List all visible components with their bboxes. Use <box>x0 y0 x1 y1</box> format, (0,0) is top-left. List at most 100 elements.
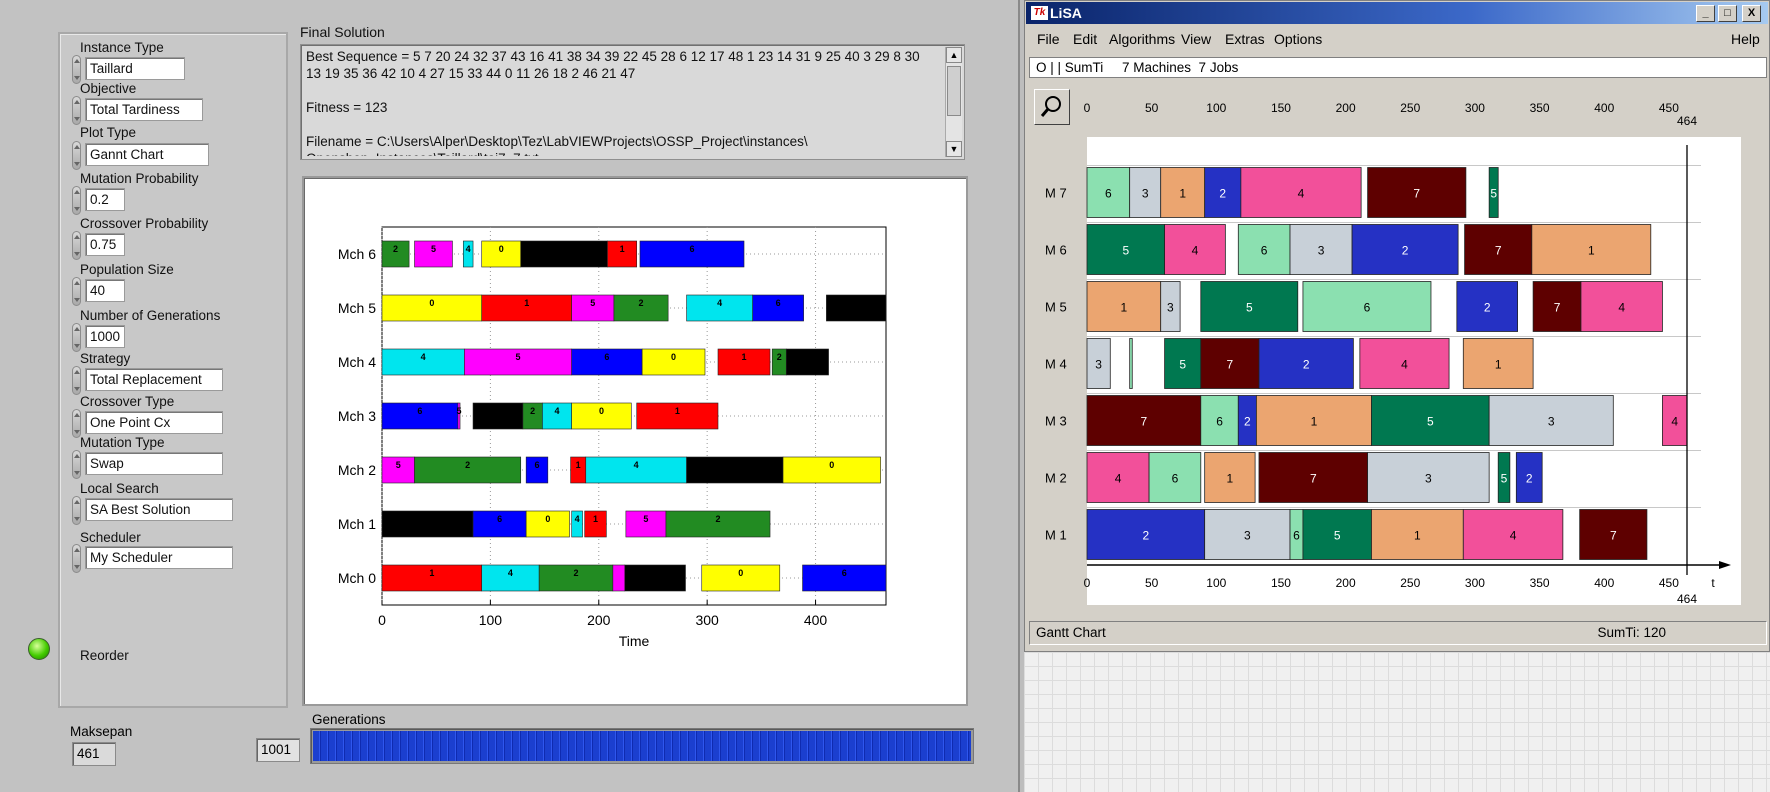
machine-label: Mch 3 <box>338 408 376 424</box>
x-tick-label: 300 <box>1465 576 1485 590</box>
zoom-button[interactable] <box>1034 89 1070 125</box>
scroll-up-icon[interactable]: ▲ <box>946 47 962 63</box>
param-spinner-1[interactable] <box>72 96 81 125</box>
top-marker-label: 464 <box>1677 114 1697 128</box>
menu-edit[interactable]: Edit <box>1073 31 1097 47</box>
param-field-2[interactable]: Gannt Chart <box>85 143 209 166</box>
task-label: 6 <box>1364 301 1371 315</box>
param-field-10[interactable]: SA Best Solution <box>85 498 233 521</box>
param-spinner-10[interactable] <box>72 496 81 525</box>
param-field-4[interactable]: 0.75 <box>85 233 125 256</box>
param-field-1[interactable]: Total Tardiness <box>85 98 203 121</box>
param-spinner-5[interactable] <box>72 277 81 306</box>
x-tick-label: 350 <box>1530 576 1550 590</box>
param-field-6[interactable]: 1000 <box>85 325 125 348</box>
param-spinner-11[interactable] <box>72 544 81 573</box>
param-label-8: Crossover Type <box>80 394 175 409</box>
param-label-9: Mutation Type <box>80 435 165 450</box>
task-label: 6 <box>1105 187 1112 201</box>
param-spinner-7[interactable] <box>72 366 81 395</box>
param-field-5[interactable]: 40 <box>85 279 125 302</box>
task-label: 6 <box>497 514 502 524</box>
machine-label: Mch 0 <box>338 570 376 586</box>
scroll-thumb[interactable] <box>947 66 961 116</box>
task-label: 5 <box>431 244 436 254</box>
gantt-plot-frame: 1 4 2 0 6 6 0 4 1 5 2 5 2 6 1 4 0 6 5 2 4 0 1 4 5 6 0 1 2 0 1 5 2 4 6 2 5 4 0 1… <box>302 176 968 706</box>
param-spinner-8[interactable] <box>72 409 81 438</box>
task-label: 7 <box>1227 358 1234 372</box>
param-label-1: Objective <box>80 81 137 96</box>
task-label: 0 <box>545 514 550 524</box>
lisa-titlebar[interactable]: Tk LiSA _ □ X <box>1026 2 1768 24</box>
task-label: 4 <box>508 568 513 578</box>
minimize-button[interactable]: _ <box>1696 5 1715 22</box>
task-label: 2 <box>530 406 535 416</box>
task-label: 5 <box>1501 472 1508 486</box>
status-objective-value: SumTi: 120 <box>1597 625 1666 640</box>
param-spinner-9[interactable] <box>72 450 81 479</box>
x-tick-label: 400 <box>1594 576 1614 590</box>
close-button[interactable]: X <box>1742 5 1761 22</box>
param-field-0[interactable]: Taillard <box>85 57 185 80</box>
task-label: 1 <box>576 460 581 470</box>
task-label: 3 <box>1142 187 1149 201</box>
top-tick-label: 250 <box>1400 101 1420 115</box>
param-field-11[interactable]: My Scheduler <box>85 546 233 569</box>
task-label: 0 <box>671 352 676 362</box>
menu-file[interactable]: File <box>1037 31 1060 47</box>
lisa-gantt-chart: 0 50 100 150 200 250 300 350 400 450464M 1M 2M 3M… <box>1029 85 1763 615</box>
param-label-5: Population Size <box>80 262 174 277</box>
tk-logo-icon: Tk <box>1031 6 1048 20</box>
reorder-label: Reorder <box>80 648 129 663</box>
x-tick-label: 400 <box>804 612 828 628</box>
task-label: 1 <box>1311 415 1318 429</box>
param-field-8[interactable]: One Point Cx <box>85 411 223 434</box>
param-spinner-3[interactable] <box>72 186 81 215</box>
menu-view[interactable]: View <box>1181 31 1211 47</box>
param-spinner-2[interactable] <box>72 141 81 170</box>
task-label: 7 <box>1413 187 1420 201</box>
task-label: 5 <box>643 514 648 524</box>
task-label: 4 <box>1510 529 1517 543</box>
machine-label: M 2 <box>1045 471 1067 486</box>
task-label: 5 <box>590 298 595 308</box>
task-label: 2 <box>1219 187 1226 201</box>
param-field-9[interactable]: Swap <box>85 452 223 475</box>
final-solution-textbox[interactable]: Best Sequence = 5 7 20 24 32 37 43 16 41… <box>300 44 965 160</box>
task-label: 1 <box>675 406 680 416</box>
param-label-4: Crossover Probability <box>80 216 209 231</box>
machine-label: M 3 <box>1045 414 1067 429</box>
scroll-down-icon[interactable]: ▼ <box>946 141 962 157</box>
magnifier-icon <box>1040 96 1061 117</box>
param-field-7[interactable]: Total Replacement <box>85 368 223 391</box>
task-label: 1 <box>524 298 529 308</box>
param-spinner-6[interactable] <box>72 323 81 352</box>
task-bar <box>612 564 626 592</box>
menu-algorithms[interactable]: Algorithms <box>1109 31 1175 47</box>
task-label: 2 <box>1303 358 1310 372</box>
menu-extras[interactable]: Extras <box>1225 31 1265 47</box>
task-label: 5 <box>1490 187 1497 201</box>
menu-options[interactable]: Options <box>1274 31 1322 47</box>
task-label: 4 <box>466 244 471 254</box>
task-label: 4 <box>421 352 426 362</box>
task-label: 2 <box>1244 415 1251 429</box>
lisa-top-ruler <box>1029 85 1763 137</box>
param-field-3[interactable]: 0.2 <box>85 188 125 211</box>
lisa-statusbar: Gantt Chart SumTi: 120 <box>1029 621 1767 645</box>
param-spinner-4[interactable] <box>72 231 81 260</box>
task-label: 5 <box>1179 358 1186 372</box>
x-tick-label: 150 <box>1271 576 1291 590</box>
task-label: 5 <box>396 460 401 470</box>
task-label: 2 <box>715 514 720 524</box>
reorder-led[interactable] <box>28 638 50 660</box>
final-solution-scrollbar[interactable]: ▲ ▼ <box>945 47 962 157</box>
task-label: 5 <box>1427 415 1434 429</box>
task-label: 6 <box>842 568 847 578</box>
maximize-button[interactable]: □ <box>1718 5 1737 22</box>
task-bar <box>686 456 784 484</box>
top-tick-label: 350 <box>1530 101 1550 115</box>
param-spinner-0[interactable] <box>72 55 81 84</box>
menu-help[interactable]: Help <box>1731 31 1760 47</box>
lisa-window: Tk LiSA _ □ X File Edit Algorithms View … <box>1024 0 1770 652</box>
